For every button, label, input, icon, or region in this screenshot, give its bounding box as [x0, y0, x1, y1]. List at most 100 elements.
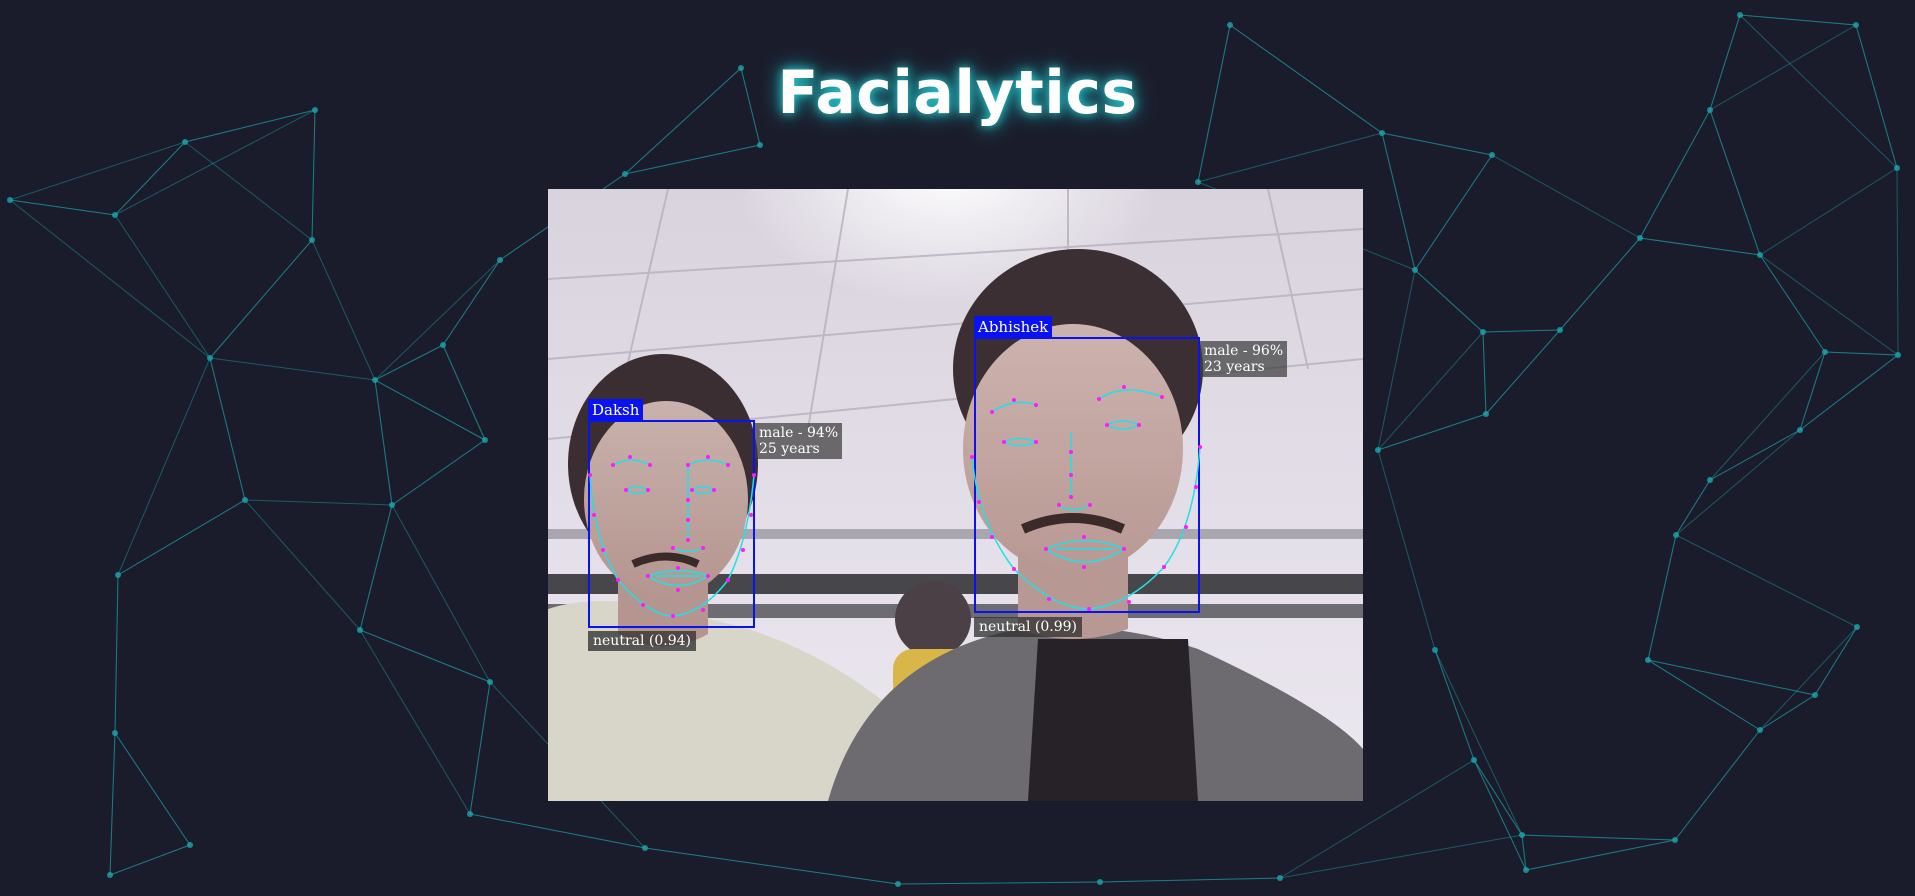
network-line — [1099, 877, 1281, 883]
network-node — [115, 572, 121, 578]
network-line — [311, 109, 316, 241]
network-node — [895, 881, 901, 887]
app-title: Facialytics — [777, 58, 1138, 128]
network-line — [1799, 351, 1826, 431]
network-line — [311, 239, 376, 381]
network-node — [1195, 179, 1201, 185]
network-node — [389, 502, 395, 508]
network-line — [1473, 759, 1523, 836]
network-line — [1824, 351, 1899, 356]
network-line — [114, 574, 119, 734]
age-estimate: 25 years — [759, 441, 820, 457]
network-node — [1854, 624, 1860, 630]
network-line — [1482, 331, 1487, 415]
network-node — [1895, 352, 1901, 358]
network-line — [9, 199, 211, 359]
network-line — [1414, 154, 1493, 271]
network-line — [184, 141, 313, 241]
network-node — [372, 377, 378, 383]
network-node — [1797, 427, 1803, 433]
network-line — [1491, 154, 1641, 239]
network-line — [1521, 834, 1676, 841]
network-node — [1673, 532, 1679, 538]
network-node — [1483, 411, 1489, 417]
gender-confidence: male - 96% — [1204, 343, 1284, 359]
network-node — [622, 171, 628, 177]
age-estimate: 23 years — [1204, 359, 1265, 375]
network-line — [1759, 167, 1898, 256]
network-node — [1489, 152, 1495, 158]
gender-age-label: male - 94% 25 years — [755, 423, 843, 459]
network-line — [1709, 109, 1761, 256]
network-node — [1432, 647, 1438, 653]
network-node — [1277, 875, 1283, 881]
network-line — [1473, 759, 1527, 871]
network-line — [1525, 839, 1676, 871]
network-line — [442, 259, 501, 346]
network-line — [391, 504, 491, 683]
network-node — [112, 730, 118, 736]
network-line — [359, 629, 471, 815]
network-line — [1414, 269, 1484, 333]
network-node — [207, 355, 213, 361]
network-line — [209, 357, 246, 501]
network-line — [624, 144, 761, 175]
network-node — [1480, 329, 1486, 335]
network-line — [374, 379, 393, 506]
network-node — [467, 811, 473, 817]
network-line — [1482, 329, 1561, 333]
face-landmarks-daksh — [588, 455, 756, 618]
network-line — [644, 847, 899, 885]
network-line — [442, 344, 486, 441]
network-line — [469, 813, 646, 849]
network-line — [117, 499, 246, 576]
network-node — [642, 845, 648, 851]
gender-confidence: male - 94% — [759, 425, 839, 441]
network-node — [1379, 130, 1385, 136]
network-line — [1759, 626, 1858, 731]
network-line — [359, 504, 393, 631]
network-node — [1645, 657, 1651, 663]
network-line — [1675, 429, 1801, 536]
network-line — [359, 629, 491, 683]
network-node — [242, 497, 248, 503]
network-line — [1381, 132, 1416, 271]
network-line — [1709, 429, 1801, 481]
camera-feed: Daksh male - 94% 25 years neutral (0.94) — [548, 189, 1363, 801]
network-line — [209, 357, 376, 381]
network-node — [482, 437, 488, 443]
network-node — [1894, 165, 1900, 171]
network-node — [309, 237, 315, 243]
face-name-label: Abhishek — [974, 316, 1053, 338]
network-line — [114, 214, 211, 359]
network-line — [1434, 649, 1523, 836]
network-node — [1757, 252, 1763, 258]
network-line — [114, 732, 191, 846]
network-line — [1647, 659, 1816, 696]
network-line — [1559, 237, 1641, 331]
network-line — [1377, 269, 1416, 451]
network-line — [897, 881, 1101, 885]
network-node — [757, 142, 763, 148]
network-line — [374, 379, 486, 441]
network-node — [1412, 267, 1418, 273]
network-node — [1812, 692, 1818, 698]
network-line — [109, 844, 191, 876]
network-node — [1672, 837, 1678, 843]
network-node — [1737, 12, 1743, 18]
expression-label: neutral (0.94) — [588, 631, 697, 651]
network-line — [1381, 132, 1493, 156]
network-line — [1377, 449, 1436, 651]
face-landmarks-abhishek — [970, 385, 1202, 611]
network-line — [1674, 729, 1761, 841]
network-line — [117, 357, 211, 576]
network-line — [374, 344, 444, 381]
network-line — [114, 141, 186, 216]
network-node — [107, 872, 113, 878]
network-node — [1822, 349, 1828, 355]
network-line — [1799, 354, 1899, 431]
network-node — [440, 342, 446, 348]
network-line — [1647, 659, 1761, 731]
network-line — [1485, 329, 1561, 415]
face-name-label: Daksh — [588, 399, 644, 421]
